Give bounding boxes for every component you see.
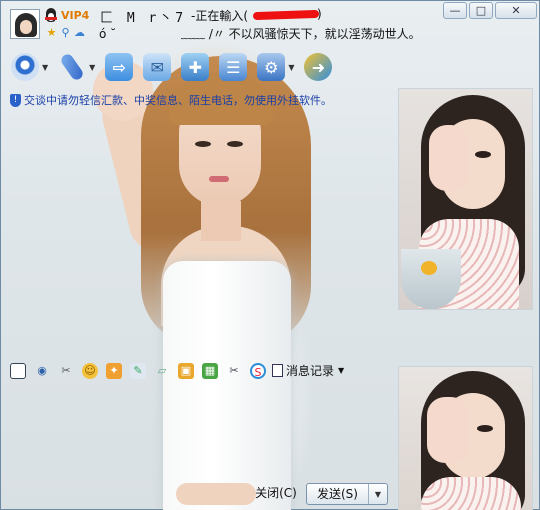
font-icon[interactable]	[10, 362, 26, 379]
minimize-button[interactable]: —	[443, 2, 467, 19]
maximize-button[interactable]: □	[469, 2, 493, 19]
star-icon[interactable]: ★	[45, 26, 58, 39]
remote-icon: ➜	[304, 53, 333, 81]
view-profile-button[interactable]: ☰	[219, 53, 248, 81]
safety-notice: ! 交谈中请勿轻信汇款、中奖信息、陌生电话，勿使用外挂软件。	[10, 92, 332, 108]
skin-dress	[163, 261, 291, 510]
title-bar[interactable]: VIP4 匚 M r丶7 -正在輸入( ) ★ ⚲ ☁ ó ˘ ﹏﹏ /〃 不以风…	[1, 1, 540, 45]
signature-text: ﹏﹏ /〃 不以风骚惊天下，就以淫荡动世人。	[181, 27, 421, 41]
status-icons: ★ ⚲ ☁	[45, 26, 86, 39]
contact-show-photo[interactable]	[398, 88, 533, 310]
close-window-button[interactable]: ✕	[495, 2, 537, 19]
send-options-chevron-icon[interactable]: ▼	[369, 490, 387, 499]
eye-icon[interactable]: ◉	[34, 363, 50, 379]
vip-badge[interactable]: VIP4	[61, 9, 89, 22]
close-button[interactable]: 关闭(C)	[252, 483, 300, 503]
message-history-button[interactable]: 消息记录 ▼	[272, 362, 344, 379]
skin-eye-right	[227, 141, 243, 147]
profile-icon: ☰	[219, 53, 248, 81]
skin-hip-hand	[176, 483, 256, 505]
contact-signature: ó ˘ ﹏﹏ /〃 不以风骚惊天下，就以淫荡动世人。	[99, 25, 421, 42]
file-transfer-button[interactable]: ⇨	[105, 53, 134, 81]
contact-avatar[interactable]	[10, 9, 40, 39]
qq-penguin-icon	[44, 8, 58, 24]
pencil-icon[interactable]: ✎	[130, 362, 146, 379]
create-group-button[interactable]: ✚	[181, 53, 210, 81]
screenshot-icon[interactable]: ✂	[226, 363, 242, 379]
chevron-down-icon[interactable]: ▼	[288, 63, 294, 72]
gift-icon[interactable]: ▦	[202, 362, 218, 379]
music-icon[interactable]: S	[250, 362, 266, 379]
remote-assist-button[interactable]: ➜	[304, 53, 333, 81]
image-icon[interactable]: ▣	[178, 362, 194, 379]
message-history-label: 消息记录	[286, 364, 335, 378]
microphone-icon	[59, 52, 86, 82]
envelope-icon: ✉	[143, 53, 172, 81]
skin-eye-left	[195, 141, 211, 147]
voice-call-button[interactable]: ▼	[58, 52, 95, 82]
main-toolbar: ▼ ▼ ⇨ ✉ ✚ ☰ ⚙ ▼ ➜	[11, 52, 342, 82]
history-icon	[272, 364, 283, 377]
contact-nickname: 匚 M r丶7	[100, 11, 187, 26]
weather-icon[interactable]: ☁	[73, 26, 86, 39]
emoji-icon[interactable]: ☺	[82, 362, 98, 379]
chevron-down-icon[interactable]: ▼	[338, 366, 344, 375]
redaction-mark	[252, 9, 320, 21]
doodle-icon[interactable]: ▱	[154, 363, 170, 379]
scissors-icon[interactable]: ✂	[58, 363, 74, 379]
search-icon[interactable]: ⚲	[59, 26, 72, 39]
add-group-icon: ✚	[181, 53, 210, 81]
chat-window: VIP4 匚 M r丶7 -正在輸入( ) ★ ⚲ ☁ ó ˘ ﹏﹏ /〃 不以风…	[0, 0, 540, 510]
webcam-icon	[11, 53, 39, 81]
signature-prefix: ó ˘	[99, 27, 117, 41]
shake-icon[interactable]: ✦	[106, 362, 122, 379]
folder-icon: ⇨	[105, 53, 134, 81]
video-call-button[interactable]: ▼	[11, 53, 48, 81]
chevron-down-icon[interactable]: ▼	[42, 63, 48, 72]
shield-icon: !	[10, 93, 21, 107]
chevron-down-icon[interactable]: ▼	[89, 63, 95, 72]
typing-status: -正在輸入(	[191, 9, 249, 23]
send-sms-button[interactable]: ✉	[143, 53, 172, 81]
send-button-group: 发送(S) ▼	[306, 483, 388, 505]
apps-icon: ⚙	[257, 53, 286, 81]
apps-button[interactable]: ⚙ ▼	[257, 53, 294, 81]
self-show-photo[interactable]	[398, 366, 533, 510]
skin-neck	[201, 201, 241, 241]
window-controls: — □ ✕	[443, 2, 537, 19]
typing-status-close: )	[317, 7, 322, 21]
send-button[interactable]: 发送(S)	[307, 484, 369, 504]
skin-lips	[209, 176, 229, 182]
input-toolbar: ◉ ✂ ☺ ✦ ✎ ▱ ▣ ▦ ✂ S 消息记录 ▼	[10, 362, 344, 379]
safety-notice-text: 交谈中请勿轻信汇款、中奖信息、陌生电话，勿使用外挂软件。	[24, 94, 332, 107]
